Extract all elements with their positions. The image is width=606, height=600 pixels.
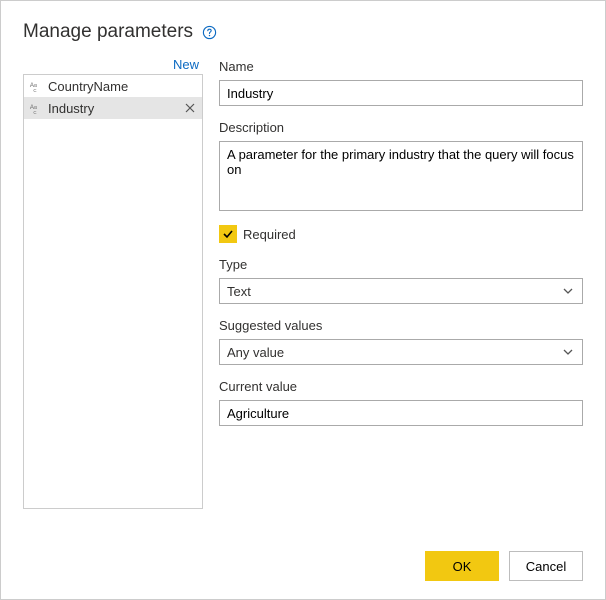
manage-parameters-dialog: Manage parameters New ABC CountryName AB… (0, 0, 606, 600)
svg-text:B: B (34, 105, 37, 110)
dialog-header: Manage parameters (23, 21, 583, 43)
svg-text:C: C (33, 110, 36, 115)
text-type-icon: ABC (28, 78, 44, 94)
description-input[interactable]: A parameter for the primary industry tha… (219, 141, 583, 211)
parameter-list-panel: New ABC CountryName ABC Industry (23, 55, 203, 509)
svg-text:C: C (33, 88, 36, 93)
parameter-item-countryname[interactable]: ABC CountryName (24, 75, 202, 97)
parameter-form: Name Description A parameter for the pri… (219, 55, 583, 509)
name-label: Name (219, 59, 583, 74)
help-icon[interactable] (201, 24, 217, 40)
type-label: Type (219, 257, 583, 272)
current-value-label: Current value (219, 379, 583, 394)
name-input[interactable] (219, 80, 583, 106)
new-row: New (23, 55, 203, 74)
suggested-values-select[interactable]: Any value (219, 339, 583, 365)
suggested-values-label: Suggested values (219, 318, 583, 333)
text-type-icon: ABC (28, 100, 44, 116)
required-row: Required (219, 225, 583, 243)
type-value: Text (227, 284, 251, 299)
suggested-values-value: Any value (227, 345, 284, 360)
required-label: Required (243, 227, 296, 242)
type-select[interactable]: Text (219, 278, 583, 304)
dialog-footer: OK Cancel (425, 551, 583, 581)
required-checkbox[interactable] (219, 225, 237, 243)
ok-button[interactable]: OK (425, 551, 499, 581)
svg-text:B: B (34, 83, 37, 88)
new-parameter-link[interactable]: New (173, 57, 199, 72)
dialog-title: Manage parameters (23, 21, 193, 43)
parameter-label: Industry (48, 101, 178, 116)
parameter-item-industry[interactable]: ABC Industry (24, 97, 202, 119)
close-icon[interactable] (182, 100, 198, 116)
cancel-button[interactable]: Cancel (509, 551, 583, 581)
current-value-input[interactable] (219, 400, 583, 426)
parameter-list: ABC CountryName ABC Industry (23, 74, 203, 509)
parameter-label: CountryName (48, 79, 198, 94)
chevron-down-icon (561, 345, 575, 359)
description-label: Description (219, 120, 583, 135)
chevron-down-icon (561, 284, 575, 298)
dialog-content: New ABC CountryName ABC Industry (23, 55, 583, 509)
